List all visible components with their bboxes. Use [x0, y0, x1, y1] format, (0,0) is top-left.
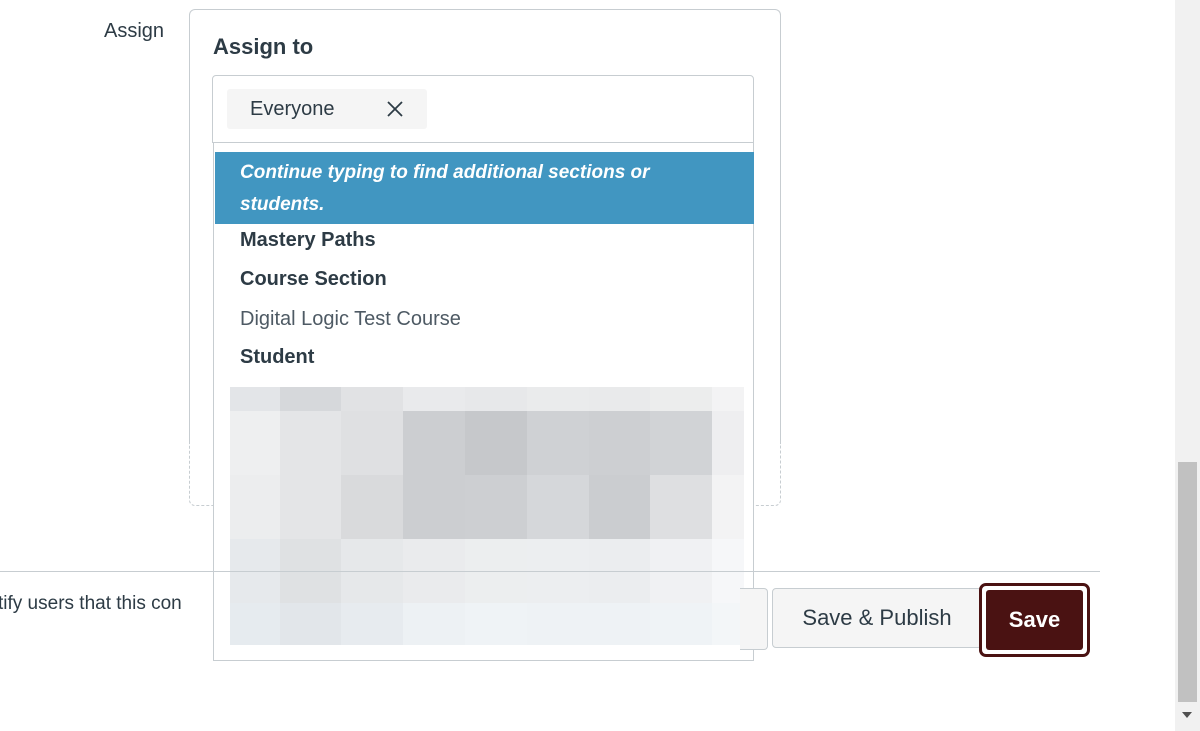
assign-dropdown: Continue typing to find additional secti…: [213, 143, 754, 661]
close-icon[interactable]: [385, 99, 405, 119]
cancel-button-partial[interactable]: [740, 588, 768, 650]
footer-divider: [0, 571, 1100, 572]
option-group-student: Student: [240, 346, 315, 368]
option-digital-logic-test-course[interactable]: Digital Logic Test Course: [240, 308, 461, 331]
page-scrollbar[interactable]: [1175, 0, 1200, 731]
assign-label: Assign: [104, 20, 165, 42]
scroll-down-arrow-icon[interactable]: [1182, 712, 1192, 718]
notify-users-text: tify users that this con: [0, 593, 182, 614]
save-and-publish-button[interactable]: Save & Publish: [772, 588, 982, 648]
assign-to-title: Assign to: [213, 34, 314, 59]
option-group-course-section: Course Section: [240, 268, 387, 290]
selected-chip-everyone: Everyone: [227, 89, 427, 129]
option-mastery-paths[interactable]: Mastery Paths: [240, 229, 376, 252]
scrollbar-thumb[interactable]: [1178, 462, 1197, 702]
assign-to-input[interactable]: Everyone: [212, 75, 754, 143]
dropdown-hint[interactable]: Continue typing to find additional secti…: [215, 152, 754, 224]
redacted-student-list: [230, 387, 744, 645]
chip-label: Everyone: [250, 97, 335, 120]
save-button[interactable]: Save: [986, 590, 1083, 650]
